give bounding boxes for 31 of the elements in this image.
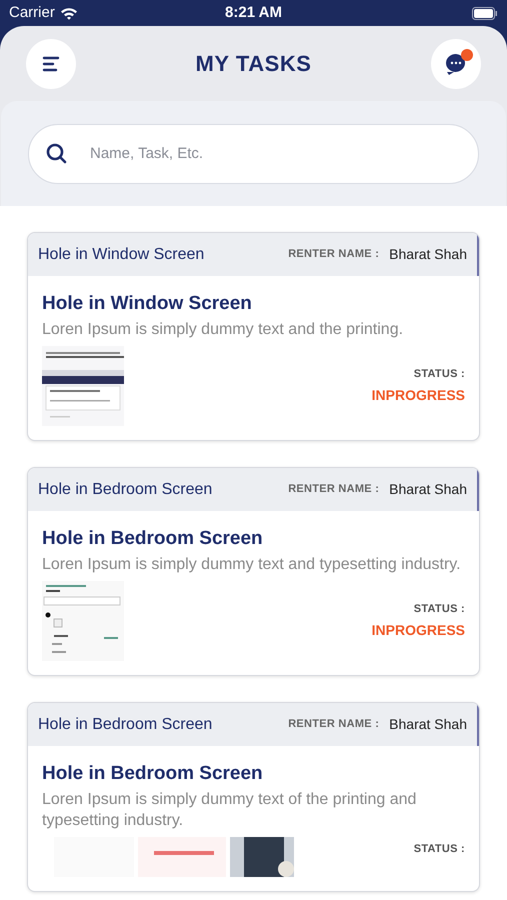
task-description: Loren Ipsum is simply dummy text and typesetting industry. (42, 555, 462, 575)
clock-time: 8:21 AM (225, 2, 282, 23)
task-card[interactable]: Hole in Bedroom Screen RENTER NAME : Bharat Shah Hole in Bedroom Screen Loren Ipsum is simply dummy text and typesetting industry. STATUS : INPROGRESS (27, 467, 480, 676)
renter-name: Bharat Shah (389, 715, 467, 734)
task-title: Hole in Bedroom Screen (42, 527, 264, 551)
status-label: STATUS : (414, 602, 465, 616)
task-title: Hole in Window Screen (42, 292, 253, 316)
task-description: Loren Ipsum is simply dummy text and the printing. (42, 320, 404, 340)
renter-name: Bharat Shah (389, 480, 467, 499)
card-header-title: Hole in Bedroom Screen (38, 480, 212, 500)
task-description: Loren Ipsum is simply dummy text of the printing and typesetting industry. (42, 790, 418, 831)
search-field[interactable]: Name, Task, Etc. (28, 124, 479, 184)
card-header-title: Hole in Bedroom Screen (38, 714, 212, 734)
status-label: STATUS : (414, 366, 465, 382)
renter-label: RENTER NAME : (288, 717, 380, 732)
status-value: INPROGRESS (372, 386, 465, 405)
menu-button[interactable] (26, 38, 76, 88)
task-card[interactable]: Hole in Window Screen RENTER NAME : Bharat Shah Hole in Window Screen Loren Ipsum is simply dummy text and the printing. STATUS : INPROGRESS (27, 232, 480, 441)
status-label: STATUS : (414, 842, 465, 856)
menu-icon (42, 54, 60, 72)
page-title: MY TASKS (195, 50, 312, 78)
card-header-title: Hole in Window Screen (38, 244, 204, 264)
renter-name: Bharat Shah (389, 245, 467, 264)
battery-icon (472, 6, 498, 20)
wifi-icon (60, 6, 78, 20)
renter-label: RENTER NAME : (288, 482, 380, 498)
task-card[interactable]: Hole in Bedroom Screen RENTER NAME : Bharat Shah Hole in Bedroom Screen Loren Ipsum is simply dummy text of the printing and typesetting industry. STATUS : (27, 702, 480, 892)
renter-label: RENTER NAME : (288, 247, 380, 262)
status-value: INPROGRESS (372, 621, 465, 640)
carrier-label: Carrier (9, 2, 55, 23)
task-title: Hole in Bedroom Screen (42, 762, 264, 786)
